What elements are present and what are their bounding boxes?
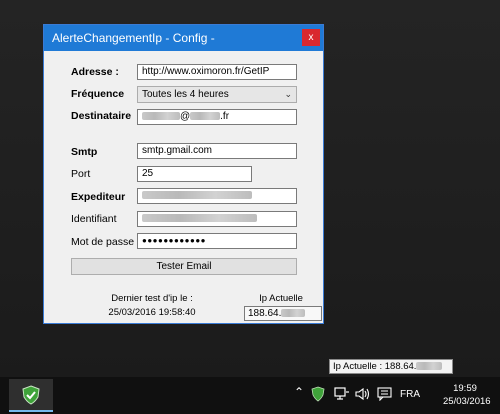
language-indicator[interactable]: FRA	[400, 389, 420, 400]
redacted-text	[142, 191, 252, 200]
notification-icon[interactable]	[377, 387, 392, 401]
last-test-label: Dernier test d'ip le :	[111, 293, 193, 304]
adresse-label: Adresse :	[71, 66, 119, 78]
taskbar: ⌃ FRA 19:59 25/03/2016	[0, 377, 500, 414]
ip-label: Ip Actuelle	[259, 293, 303, 304]
chevron-down-icon: ⌄	[284, 89, 292, 99]
frequence-value: Toutes les 4 heures	[142, 89, 229, 100]
port-field[interactable]: 25	[137, 166, 252, 182]
ip-value-field: 188.64.	[244, 306, 322, 321]
window-title: AlerteChangementIp - Config -	[52, 31, 215, 45]
tray-tooltip: Ip Actuelle : 188.64.	[329, 359, 453, 374]
redacted-text	[142, 112, 180, 121]
tooltip-text: Ip Actuelle : 188.64.	[333, 361, 417, 372]
close-button[interactable]: x	[302, 29, 320, 46]
taskbar-app-button[interactable]	[9, 379, 53, 412]
identifiant-field[interactable]	[137, 211, 297, 227]
chevron-up-icon[interactable]: ⌃	[294, 385, 304, 399]
frequence-select[interactable]: Toutes les 4 heures ⌄	[137, 86, 297, 103]
last-test-value: 25/03/2016 19:58:40	[108, 307, 196, 318]
password-field[interactable]: ●●●●●●●●●●●●	[137, 233, 297, 249]
at-sign: @	[180, 111, 191, 122]
frequence-label: Fréquence	[71, 88, 125, 100]
expediteur-field[interactable]	[137, 188, 297, 204]
port-label: Port	[71, 168, 91, 180]
destinataire-field[interactable]: @ .fr	[137, 109, 297, 125]
volume-icon[interactable]	[355, 387, 371, 401]
clock-time: 19:59	[453, 383, 477, 394]
identifiant-label: Identifiant	[71, 213, 117, 225]
network-icon[interactable]	[334, 387, 350, 401]
domain-suffix: .fr	[220, 111, 230, 122]
destinataire-label: Destinataire	[71, 110, 132, 122]
redacted-text	[190, 112, 221, 121]
expediteur-label: Expediteur	[71, 191, 126, 203]
config-window: AlerteChangementIp - Config - x Adresse …	[43, 24, 324, 324]
smtp-field[interactable]: smtp.gmail.com	[137, 143, 297, 159]
shield-icon	[22, 385, 40, 405]
shield-icon[interactable]	[311, 386, 325, 402]
smtp-label: Smtp	[71, 146, 98, 158]
redacted-text	[142, 214, 257, 223]
clock-date: 25/03/2016	[443, 396, 491, 407]
clock[interactable]: 19:59 25/03/2016	[443, 382, 491, 408]
redacted-text	[281, 309, 306, 318]
adresse-field[interactable]: http://www.oximoron.fr/GetIP	[137, 64, 297, 80]
ip-value: 188.64.	[248, 308, 282, 319]
redacted-text	[416, 362, 443, 371]
test-email-button[interactable]: Tester Email	[71, 258, 297, 275]
title-bar[interactable]: AlerteChangementIp - Config - x	[44, 25, 323, 51]
password-label: Mot de passe	[71, 236, 135, 248]
